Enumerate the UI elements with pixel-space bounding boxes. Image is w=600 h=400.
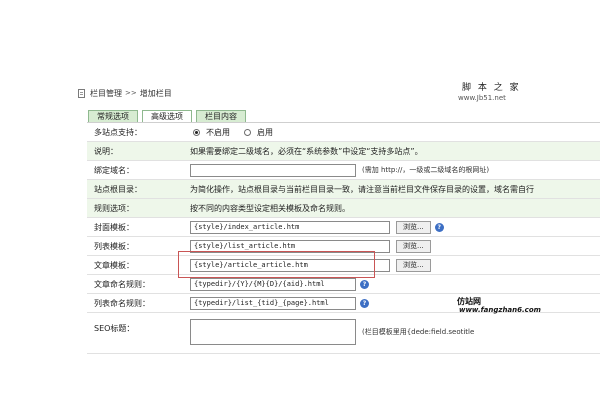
multisite-enable-radio[interactable] [244,128,251,136]
advanced-options-form: 多站点支持： 不启用 启用 说明： 如果需要绑定二级域名，必须在“系统参数”中设… [87,122,600,354]
multisite-row: 多站点支持： 不启用 启用 [87,123,600,142]
list-template-label: 列表模板： [94,241,134,251]
multisite-disable-radio[interactable] [193,128,200,136]
site-root-label: 站点根目录： [94,184,142,194]
seo-title-row: SEO标题： (栏目模板里用{dede:field.seotitle [87,313,600,354]
breadcrumb-current: 增加栏目 [139,88,172,98]
watermark-name: 脚 本 之 家 [462,83,521,93]
rules-text: 按不同的内容类型设定相关模板及命名规则。 [190,203,350,213]
article-template-label: 文章模板： [94,260,134,270]
rules-row: 规则选项： 按不同的内容类型设定相关模板及命名规则。 [87,199,600,218]
tab-general[interactable]: 常规选项 [88,110,138,122]
site-root-row: 站点根目录： 为简化操作，站点根目录与当前栏目目录一致，请注意当前栏目文件保存目… [87,180,600,199]
index-template-row: 封面模板： {style}/index_article.htm 浏览... ? [87,218,600,237]
bind-domain-row: 绑定域名： (需加 http://，一级或二级域名的根网址) [87,161,600,180]
multisite-enable-label[interactable]: 启用 [257,127,273,138]
multisite-options: 不启用 启用 [182,127,600,138]
site-root-text: 为简化操作，站点根目录与当前栏目目录一致，请注意当前栏目文件保存目录的设置，域名… [190,184,534,194]
help-icon[interactable]: ? [360,279,369,289]
rules-label: 规则选项： [94,203,134,213]
index-template-browse-button[interactable]: 浏览... [396,220,431,234]
watermark-url: www.Jb51.net [458,94,506,102]
article-naming-label: 文章命名规则： [94,279,150,289]
breadcrumb: 栏目管理 >> 增加栏目 [78,86,172,100]
help-icon[interactable]: ? [360,298,369,308]
article-naming-input[interactable]: {typedir}/{Y}/{M}{D}/{aid}.html [190,277,356,291]
list-template-browse-button[interactable]: 浏览... [396,239,431,253]
list-template-input[interactable]: {style}/list_article.htm [190,239,390,253]
seo-title-hint: (栏目模板里用{dede:field.seotitle [362,328,475,336]
bind-domain-hint: (需加 http://，一级或二级域名的根网址) [362,166,490,174]
help-icon[interactable]: ? [434,222,444,232]
breadcrumb-separator: >> [125,89,137,97]
list-naming-label: 列表命名规则： [94,298,150,308]
bind-domain-label: 绑定域名： [94,165,134,175]
article-template-browse-button[interactable]: 浏览... [396,258,431,272]
list-template-row: 列表模板： {style}/list_article.htm 浏览... [87,237,600,256]
multisite-label: 多站点支持： [94,127,142,137]
list-naming-input[interactable]: {typedir}/list_{tid}_{page}.html [190,296,356,310]
note-text: 如果需要绑定二级域名，必须在“系统参数”中设定“支持多站点”。 [190,146,423,156]
article-naming-row: 文章命名规则： {typedir}/{Y}/{M}{D}/{aid}.html … [87,275,600,294]
index-template-label: 封面模板： [94,222,134,232]
document-icon [78,88,85,98]
index-template-input[interactable]: {style}/index_article.htm [190,220,390,234]
multisite-disable-label[interactable]: 不启用 [206,127,230,138]
bind-domain-input[interactable] [190,163,356,177]
note-label: 说明： [94,146,118,156]
tab-bar: 常规选项 高级选项 栏目内容 [88,110,246,123]
note-row: 说明： 如果需要绑定二级域名，必须在“系统参数”中设定“支持多站点”。 [87,142,600,161]
tab-content[interactable]: 栏目内容 [196,110,246,122]
article-template-row: 文章模板： {style}/article_article.htm 浏览... [87,256,600,275]
article-template-input[interactable]: {style}/article_article.htm [190,258,390,272]
seo-title-label: SEO标题： [94,324,135,333]
watermark-bottom-url: www.fangzhan6.com [459,306,541,314]
breadcrumb-root[interactable]: 栏目管理 [90,88,122,99]
seo-title-input[interactable] [190,319,356,345]
